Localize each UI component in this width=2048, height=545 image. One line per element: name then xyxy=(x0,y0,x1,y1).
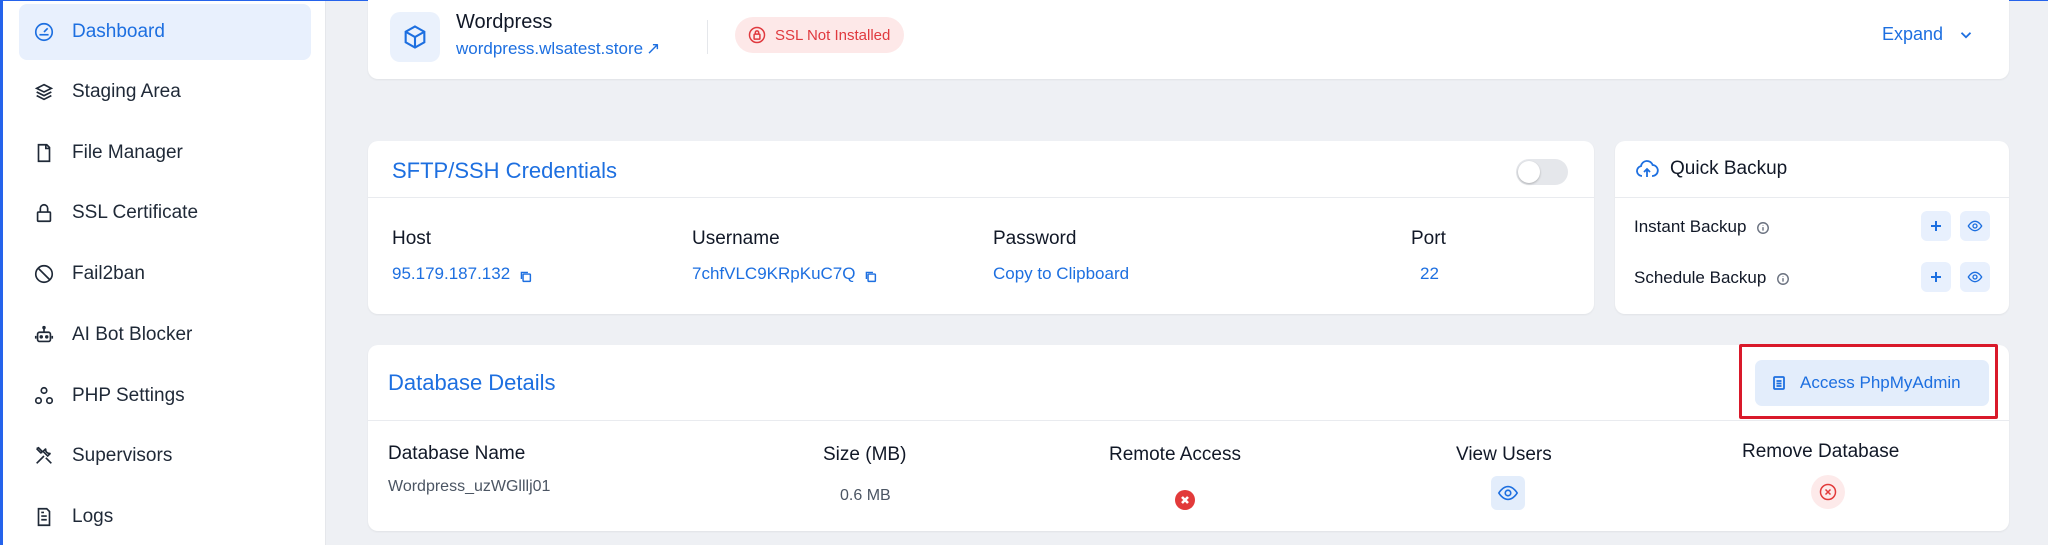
sidebar-item-label: Dashboard xyxy=(72,21,165,42)
sftp-toggle[interactable] xyxy=(1516,159,1568,185)
sidebar-item-ssl-certificate[interactable]: SSL Certificate xyxy=(19,185,311,241)
site-name: Wordpress xyxy=(456,11,553,33)
sidebar-item-label: Fail2ban xyxy=(72,263,145,284)
gauge-icon xyxy=(32,20,56,44)
col-remove-database: Remove Database xyxy=(1742,441,1900,462)
username-text: 7chfVLC9KRpKuC7Q xyxy=(692,264,856,283)
chevron-down-icon xyxy=(1960,31,1972,39)
sidebar-item-label: SSL Certificate xyxy=(72,202,199,223)
col-view-users: View Users xyxy=(1456,444,1552,465)
quick-backup-title: Quick Backup xyxy=(1670,158,1788,179)
plus-icon xyxy=(1931,272,1941,282)
remote-access-disabled-icon[interactable] xyxy=(1175,490,1195,510)
eye-icon xyxy=(1967,220,1983,232)
ssl-status-text: SSL Not Installed xyxy=(775,26,891,44)
layers-icon xyxy=(32,80,56,104)
info-icon[interactable] xyxy=(1756,220,1770,234)
cloud-upload-icon xyxy=(1635,158,1659,182)
username-label: Username xyxy=(692,228,780,249)
sidebar-item-supervisors[interactable]: Supervisors xyxy=(19,428,311,484)
file-icon xyxy=(32,141,56,165)
password-label: Password xyxy=(993,228,1077,249)
tools-icon xyxy=(32,444,56,468)
copy-icon[interactable] xyxy=(864,268,877,282)
sftp-card: SFTP/SSH Credentials Host 95.179.187.132… xyxy=(368,141,1594,314)
schedule-backup-label: Schedule Backup xyxy=(1634,268,1790,288)
quick-backup-card: Quick Backup Instant Backup Schedule Bac… xyxy=(1615,141,2009,314)
view-schedule-backup-button[interactable] xyxy=(1960,262,1990,292)
port-label: Port xyxy=(1411,228,1446,249)
port-value: 22 xyxy=(1420,264,1439,283)
eye-icon xyxy=(1967,271,1983,283)
nodes-icon xyxy=(32,384,56,408)
username-value[interactable]: 7chfVLC9KRpKuC7Q xyxy=(692,264,877,284)
close-circle-icon xyxy=(1819,483,1837,501)
sidebar-item-label: PHP Settings xyxy=(72,385,185,406)
lock-icon xyxy=(32,201,56,225)
sidebar-item-logs[interactable]: Logs xyxy=(19,489,311,545)
copy-password-link[interactable]: Copy to Clipboard xyxy=(993,264,1129,284)
host-value[interactable]: 95.179.187.132 xyxy=(392,264,532,284)
site-url-link[interactable]: wordpress.wlsatest.store ↗ xyxy=(456,39,660,59)
add-schedule-backup-button[interactable] xyxy=(1921,262,1951,292)
sidebar-item-label: Supervisors xyxy=(72,445,173,466)
document-icon xyxy=(32,505,56,529)
lock-circle-icon xyxy=(748,26,766,44)
info-icon[interactable] xyxy=(1776,271,1790,285)
site-card: Wordpress wordpress.wlsatest.store ↗ SSL … xyxy=(368,0,2009,79)
external-link-icon: ↗ xyxy=(646,39,661,58)
sidebar-item-label: AI Bot Blocker xyxy=(72,324,193,345)
add-instant-backup-button[interactable] xyxy=(1921,211,1951,241)
sftp-title: SFTP/SSH Credentials xyxy=(392,158,617,183)
site-url-text: wordpress.wlsatest.store xyxy=(456,39,644,58)
sidebar: Dashboard Staging Area File Manager SSL … xyxy=(3,1,326,545)
instant-backup-label: Instant Backup xyxy=(1634,217,1770,237)
sidebar-item-php-settings[interactable]: PHP Settings xyxy=(19,368,311,424)
col-size: Size (MB) xyxy=(823,444,907,465)
sidebar-item-label: Logs xyxy=(72,506,114,527)
eye-icon xyxy=(1497,485,1519,501)
view-users-button[interactable] xyxy=(1491,476,1525,510)
sidebar-item-staging-area[interactable]: Staging Area xyxy=(19,64,311,120)
view-instant-backup-button[interactable] xyxy=(1960,211,1990,241)
col-database-name: Database Name xyxy=(388,443,526,464)
sidebar-item-label: File Manager xyxy=(72,142,183,163)
ssl-status-badge: SSL Not Installed xyxy=(735,17,905,53)
robot-icon xyxy=(32,323,56,347)
col-remote-access: Remote Access xyxy=(1109,444,1241,465)
expand-label: Expand xyxy=(1881,24,1943,44)
host-label: Host xyxy=(392,228,432,249)
highlight-annotation-box xyxy=(1739,344,1998,419)
expand-button[interactable]: Expand xyxy=(1882,24,1975,45)
sidebar-item-dashboard[interactable]: Dashboard xyxy=(19,4,311,60)
database-name-value: Wordpress_uzWGlllj01 xyxy=(388,478,551,495)
cube-icon xyxy=(390,12,440,62)
divider xyxy=(707,20,708,54)
ban-icon xyxy=(32,262,56,286)
sidebar-item-file-manager[interactable]: File Manager xyxy=(19,125,311,181)
database-title: Database Details xyxy=(388,370,556,395)
sidebar-item-label: Staging Area xyxy=(72,81,181,102)
database-size-value: 0.6 MB xyxy=(840,487,891,504)
sidebar-item-ai-bot-blocker[interactable]: AI Bot Blocker xyxy=(19,307,311,363)
host-text: 95.179.187.132 xyxy=(392,264,511,283)
remove-database-button[interactable] xyxy=(1811,475,1845,509)
copy-icon[interactable] xyxy=(519,268,532,282)
sidebar-item-fail2ban[interactable]: Fail2ban xyxy=(19,246,311,302)
plus-icon xyxy=(1931,221,1941,231)
